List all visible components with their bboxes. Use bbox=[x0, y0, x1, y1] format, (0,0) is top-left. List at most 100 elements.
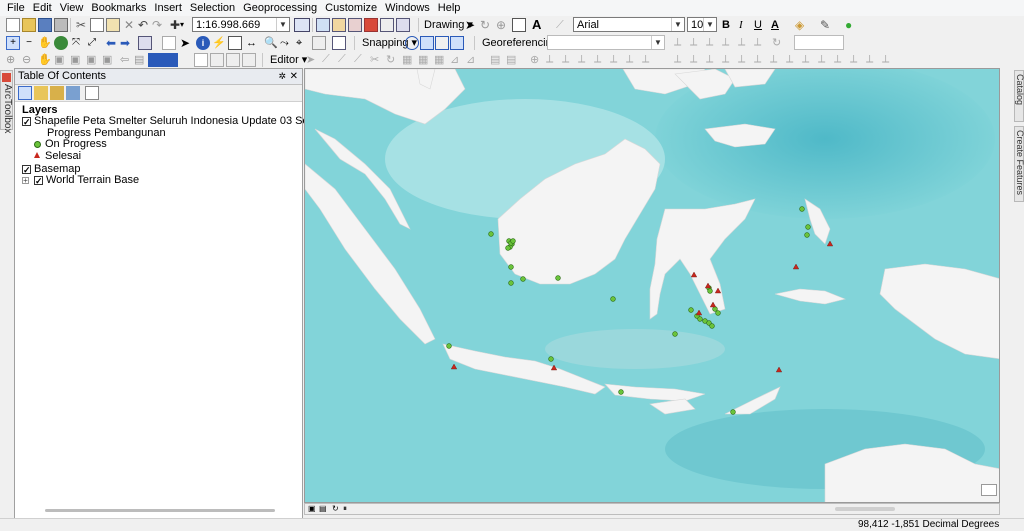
redo-icon[interactable]: ↷ bbox=[150, 18, 164, 32]
layout-tool-icon[interactable] bbox=[210, 53, 224, 67]
go-to-xy-icon[interactable]: ⌖ bbox=[296, 36, 310, 50]
time-slider-icon[interactable] bbox=[312, 36, 326, 50]
clear-selection-icon[interactable] bbox=[162, 36, 176, 50]
on-progress-point[interactable] bbox=[707, 288, 713, 294]
layout-tool-icon[interactable]: ▣ bbox=[102, 53, 116, 67]
menu-bookmarks[interactable]: Bookmarks bbox=[87, 0, 150, 15]
edit-tool-icon[interactable]: ⊕ bbox=[530, 53, 544, 67]
edit-tool-icon[interactable]: ⟂ bbox=[882, 53, 896, 67]
layout-tool-icon[interactable]: ⇦ bbox=[120, 53, 134, 67]
fixed-zoom-out-icon[interactable]: ⤢ bbox=[88, 36, 102, 50]
save-icon[interactable] bbox=[38, 18, 52, 32]
paste-icon[interactable] bbox=[106, 18, 120, 32]
layout-view-icon[interactable]: ▤ bbox=[319, 504, 327, 514]
georef-tool-icon[interactable]: ⟂ bbox=[722, 36, 736, 50]
list-by-visibility-icon[interactable] bbox=[50, 86, 64, 100]
georef-tool-icon[interactable]: ⟂ bbox=[706, 36, 720, 50]
on-progress-point[interactable] bbox=[488, 231, 494, 237]
python-window-icon[interactable] bbox=[380, 18, 394, 32]
on-progress-point[interactable] bbox=[618, 389, 624, 395]
font-size-combo[interactable]: 10 ▼ bbox=[687, 17, 717, 32]
open-folder-icon[interactable] bbox=[22, 18, 36, 32]
selesai-symbol[interactable] bbox=[34, 152, 40, 158]
edit-tool-icon[interactable]: ⟂ bbox=[802, 53, 816, 67]
edit-tool-icon[interactable]: ⟂ bbox=[850, 53, 864, 67]
world-terrain-checkbox[interactable]: ✓ bbox=[34, 176, 43, 186]
pin-icon[interactable]: ✲ bbox=[278, 69, 286, 84]
create-viewer-icon[interactable] bbox=[332, 36, 346, 50]
zoom-to-elements-icon[interactable]: ⊕ bbox=[496, 18, 510, 32]
html-popup-icon[interactable] bbox=[228, 36, 242, 50]
on-progress-point[interactable] bbox=[672, 331, 678, 337]
undo-icon[interactable]: ↶ bbox=[136, 18, 150, 32]
edit-tool-icon[interactable]: ⟂ bbox=[866, 53, 880, 67]
identify-icon[interactable]: i bbox=[196, 36, 210, 50]
layout-tool-icon[interactable]: ▣ bbox=[70, 53, 84, 67]
map-horizontal-scrollbar[interactable] bbox=[835, 507, 895, 511]
edit-tool-icon[interactable]: ⟂ bbox=[818, 53, 832, 67]
fixed-zoom-in-icon[interactable]: ⤧ bbox=[72, 36, 86, 50]
georef-tool-icon[interactable]: ↻ bbox=[772, 36, 786, 50]
layout-tool-icon[interactable] bbox=[226, 53, 240, 67]
georef-tool-icon[interactable]: ⟂ bbox=[674, 36, 688, 50]
on-progress-point[interactable] bbox=[548, 356, 554, 362]
georef-tool-icon[interactable]: ⟂ bbox=[690, 36, 704, 50]
georef-layer-combo[interactable]: ▼ bbox=[547, 35, 665, 50]
on-progress-point[interactable] bbox=[555, 275, 561, 281]
zoom-in-icon[interactable]: + bbox=[6, 36, 20, 50]
menu-file[interactable]: File bbox=[0, 0, 29, 15]
fill-color-icon[interactable]: ◈ bbox=[795, 18, 809, 32]
edit-tool-icon[interactable]: ⟂ bbox=[754, 53, 768, 67]
list-by-drawing-order-icon[interactable] bbox=[18, 86, 32, 100]
edit-tool-icon[interactable]: ⟂ bbox=[626, 53, 640, 67]
edit-tool-icon[interactable]: ⟂ bbox=[722, 53, 736, 67]
list-by-source-icon[interactable] bbox=[34, 86, 48, 100]
edit-tool-icon[interactable]: ⟂ bbox=[674, 53, 688, 67]
delete-icon[interactable]: ✕ bbox=[122, 18, 136, 32]
on-progress-symbol[interactable] bbox=[34, 141, 41, 148]
on-progress-point[interactable] bbox=[510, 238, 516, 244]
edit-tool-icon[interactable]: ⟂ bbox=[706, 53, 720, 67]
edit-tool-icon[interactable]: ⟂ bbox=[738, 53, 752, 67]
measure-icon[interactable]: ↔ bbox=[246, 36, 260, 50]
expand-icon[interactable]: + bbox=[22, 177, 29, 185]
edit-tool-icon[interactable]: ➤ bbox=[306, 53, 320, 67]
zoom-out-icon[interactable]: − bbox=[22, 36, 36, 50]
toc-window-icon[interactable] bbox=[316, 18, 330, 32]
edit-tool-icon[interactable]: ⟂ bbox=[786, 53, 800, 67]
layout-zoom-combo[interactable] bbox=[148, 53, 178, 67]
rectangle-icon[interactable] bbox=[512, 18, 526, 32]
world-terrain-name[interactable]: World Terrain Base bbox=[46, 174, 139, 186]
edit-tool-icon[interactable]: ⟂ bbox=[562, 53, 576, 67]
on-progress-point[interactable] bbox=[610, 296, 616, 302]
marker-color-icon[interactable]: ● bbox=[845, 18, 859, 32]
edit-tool-icon[interactable]: ⟂ bbox=[690, 53, 704, 67]
refresh-icon[interactable]: ↻ bbox=[332, 504, 339, 514]
vertex-snapping-icon[interactable] bbox=[435, 36, 449, 50]
edit-tool-icon[interactable]: ⊿ bbox=[450, 53, 464, 67]
edit-tool-icon[interactable]: ▦ bbox=[402, 53, 416, 67]
layout-tool-icon[interactable]: ⊕ bbox=[6, 53, 20, 67]
line-color-icon[interactable]: ✎ bbox=[820, 18, 834, 32]
edit-tool-icon[interactable]: ▦ bbox=[434, 53, 448, 67]
map-canvas[interactable] bbox=[305, 69, 1000, 503]
arctoolbox-window-icon[interactable] bbox=[364, 18, 378, 32]
back-extent-icon[interactable]: ⬅ bbox=[106, 36, 120, 50]
layout-tool-icon[interactable]: ▣ bbox=[54, 53, 68, 67]
edit-tool-icon[interactable]: ▤ bbox=[506, 53, 520, 67]
catalog-side-tab[interactable]: Catalog bbox=[1014, 70, 1024, 122]
edit-tool-icon[interactable]: ▤ bbox=[490, 53, 504, 67]
data-view-icon[interactable]: ▣ bbox=[308, 504, 316, 514]
menu-windows[interactable]: Windows bbox=[381, 0, 434, 15]
georef-tool-icon[interactable]: ⟂ bbox=[754, 36, 768, 50]
layout-tool-icon[interactable]: ✋ bbox=[38, 53, 52, 67]
font-name-combo[interactable]: Arial ▼ bbox=[573, 17, 685, 32]
on-progress-point[interactable] bbox=[446, 343, 452, 349]
close-icon[interactable]: ✕ bbox=[290, 69, 298, 84]
layout-tool-icon[interactable] bbox=[242, 53, 256, 67]
bold-button[interactable]: B bbox=[720, 18, 732, 33]
menu-customize[interactable]: Customize bbox=[321, 0, 381, 15]
menu-view[interactable]: View bbox=[56, 0, 88, 15]
new-document-icon[interactable] bbox=[6, 18, 20, 32]
on-progress-point[interactable] bbox=[730, 409, 736, 415]
